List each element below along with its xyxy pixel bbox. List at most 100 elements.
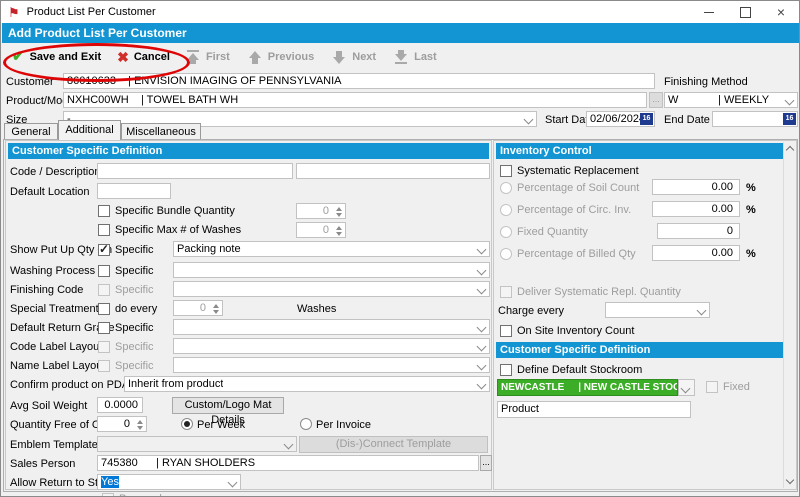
spinner-up-icon[interactable] bbox=[213, 304, 219, 308]
first-icon bbox=[186, 49, 201, 64]
show-put-up-specific-checkbox[interactable] bbox=[98, 244, 110, 256]
systematic-replacement-label: Systematic Replacement bbox=[517, 165, 639, 177]
pct-circ-radio bbox=[500, 204, 512, 216]
inventory-title: Inventory Control bbox=[496, 143, 783, 159]
spinner-buttons[interactable] bbox=[209, 302, 221, 314]
start-date-field[interactable]: 02/06/2024 16 bbox=[586, 111, 655, 127]
avg-soil-label: Avg Soil Weight bbox=[10, 400, 87, 412]
product-browse-button[interactable]: ... bbox=[649, 92, 663, 108]
scrollbar[interactable] bbox=[783, 142, 795, 488]
chevron-down-icon bbox=[477, 380, 487, 390]
finishing-code-specific-label: Specific bbox=[115, 284, 154, 296]
product-model-value: NXHC00WH | TOWEL BATH WH bbox=[67, 94, 238, 106]
systematic-replacement-checkbox[interactable] bbox=[500, 165, 512, 177]
maximize-button[interactable] bbox=[727, 1, 763, 23]
name-label-specific-label: Specific bbox=[115, 360, 154, 372]
first-button[interactable]: First bbox=[186, 49, 230, 64]
avg-soil-value: 0.0000 bbox=[104, 399, 138, 411]
sales-browse-button[interactable]: ... bbox=[480, 455, 492, 471]
spinner-buttons[interactable] bbox=[332, 224, 344, 236]
return-grade-specific-label: Specific bbox=[115, 322, 154, 334]
spinner-buttons[interactable] bbox=[133, 418, 145, 430]
pct-billed-field[interactable]: 0.00 bbox=[652, 245, 740, 261]
washing-specific-label: Specific bbox=[115, 265, 154, 277]
default-location-field[interactable] bbox=[97, 183, 171, 199]
scrollbar-up-icon[interactable] bbox=[784, 142, 796, 156]
left-panel-title: Customer Specific Definition bbox=[8, 143, 489, 159]
bundle-qty-checkbox[interactable] bbox=[98, 205, 110, 217]
tab-miscellaneous[interactable]: Miscellaneous bbox=[121, 123, 201, 139]
allow-return-value: Yes bbox=[101, 476, 119, 488]
scrollbar-down-icon[interactable] bbox=[784, 474, 796, 488]
tab-additional[interactable]: Additional bbox=[58, 120, 121, 140]
allow-return-dropdown[interactable]: Yes bbox=[97, 474, 241, 490]
product-model-field[interactable]: NXHC00WH | TOWEL BATH WH bbox=[63, 92, 647, 108]
bundle-qty-spinner[interactable]: 0 bbox=[296, 203, 346, 219]
special-treatment-checkbox[interactable] bbox=[98, 303, 110, 315]
calendar-icon[interactable]: 16 bbox=[783, 113, 796, 125]
code-label-layout-label: Code Label Layout bbox=[10, 341, 102, 353]
sales-person-field[interactable]: 745380 | RYAN SHOLDERS bbox=[97, 455, 479, 471]
customer-field[interactable]: 86010633 | ENVISION IMAGING OF PENNSYLVA… bbox=[63, 73, 655, 89]
qty-free-spinner[interactable]: 0 bbox=[97, 416, 147, 432]
max-washes-checkbox[interactable] bbox=[98, 224, 110, 236]
return-grade-dropdown[interactable] bbox=[173, 319, 490, 335]
emblem-template-label: Emblem Template bbox=[10, 439, 98, 451]
chevron-down-icon bbox=[477, 245, 487, 255]
close-button[interactable] bbox=[763, 1, 799, 23]
on-site-checkbox[interactable] bbox=[500, 325, 512, 337]
washing-dropdown[interactable] bbox=[173, 262, 490, 278]
define-stockroom-label: Define Default Stockroom bbox=[517, 364, 642, 376]
code-field[interactable] bbox=[97, 163, 293, 179]
save-and-exit-button[interactable]: Save and Exit bbox=[12, 49, 101, 64]
last-button[interactable]: Last bbox=[394, 49, 437, 64]
minimize-button[interactable] bbox=[691, 1, 727, 23]
spinner-up-icon[interactable] bbox=[137, 420, 143, 424]
confirm-pda-dropdown[interactable]: Inherit from product bbox=[124, 376, 490, 392]
spinner-down-icon[interactable] bbox=[336, 213, 342, 217]
return-grade-specific-checkbox[interactable] bbox=[98, 322, 110, 334]
tab-content: Customer Specific Definition Code / Desc… bbox=[3, 139, 798, 492]
washing-specific-checkbox[interactable] bbox=[98, 265, 110, 277]
calendar-icon[interactable]: 16 bbox=[640, 113, 653, 125]
next-button[interactable]: Next bbox=[332, 49, 376, 64]
chevron-down-icon bbox=[228, 478, 238, 488]
description-field[interactable] bbox=[296, 163, 490, 179]
pct-soil-label: Percentage of Soil Count bbox=[517, 182, 639, 194]
spinner-down-icon[interactable] bbox=[336, 232, 342, 236]
show-put-up-dropdown[interactable]: Packing note bbox=[173, 241, 490, 257]
next-icon bbox=[332, 49, 347, 64]
app-window: Product List Per Customer Add Product Li… bbox=[0, 0, 800, 497]
spinner-up-icon[interactable] bbox=[336, 207, 342, 211]
cancel-button[interactable]: Cancel bbox=[117, 50, 170, 64]
spinner-up-icon[interactable] bbox=[336, 226, 342, 230]
finishing-code-dropdown[interactable] bbox=[173, 281, 490, 297]
custom-logo-mat-button[interactable]: Custom/Logo Mat Details bbox=[172, 397, 284, 414]
special-treatment-spinner[interactable]: 0 bbox=[173, 300, 223, 316]
per-invoice-radio[interactable] bbox=[300, 418, 312, 430]
per-week-radio[interactable] bbox=[181, 418, 193, 430]
pre-wash-label: Pre-wash bbox=[119, 493, 165, 497]
avg-soil-field[interactable]: 0.0000 bbox=[97, 397, 143, 413]
previous-button[interactable]: Previous bbox=[248, 49, 314, 64]
name-label-dropdown[interactable] bbox=[173, 357, 490, 373]
spinner-down-icon[interactable] bbox=[137, 426, 143, 430]
tab-general[interactable]: General bbox=[4, 123, 58, 139]
fixed-qty-field[interactable]: 0 bbox=[657, 223, 740, 239]
define-stockroom-checkbox[interactable] bbox=[500, 364, 512, 376]
washes-label: Washes bbox=[297, 303, 336, 315]
spinner-down-icon[interactable] bbox=[213, 310, 219, 314]
max-washes-spinner[interactable]: 0 bbox=[296, 222, 346, 238]
charge-every-dropdown[interactable] bbox=[605, 302, 710, 318]
finishing-method-dropdown[interactable]: W | WEEKLY bbox=[664, 92, 798, 108]
code-label-dropdown[interactable] bbox=[173, 338, 490, 354]
end-date-field[interactable]: 16 bbox=[712, 111, 798, 127]
stockroom-dropdown-button[interactable] bbox=[678, 379, 695, 396]
qty-free-value: 0 bbox=[124, 418, 130, 430]
fixed-qty-value: 0 bbox=[727, 225, 733, 237]
spinner-buttons[interactable] bbox=[332, 205, 344, 217]
pct-circ-field[interactable]: 0.00 bbox=[652, 201, 740, 217]
stockroom-field[interactable]: NEWCASTLE | NEW CASTLE STOCKROOM bbox=[497, 379, 678, 396]
pct-soil-field[interactable]: 0.00 bbox=[652, 179, 740, 195]
stockroom-product-field[interactable]: Product bbox=[497, 401, 691, 418]
